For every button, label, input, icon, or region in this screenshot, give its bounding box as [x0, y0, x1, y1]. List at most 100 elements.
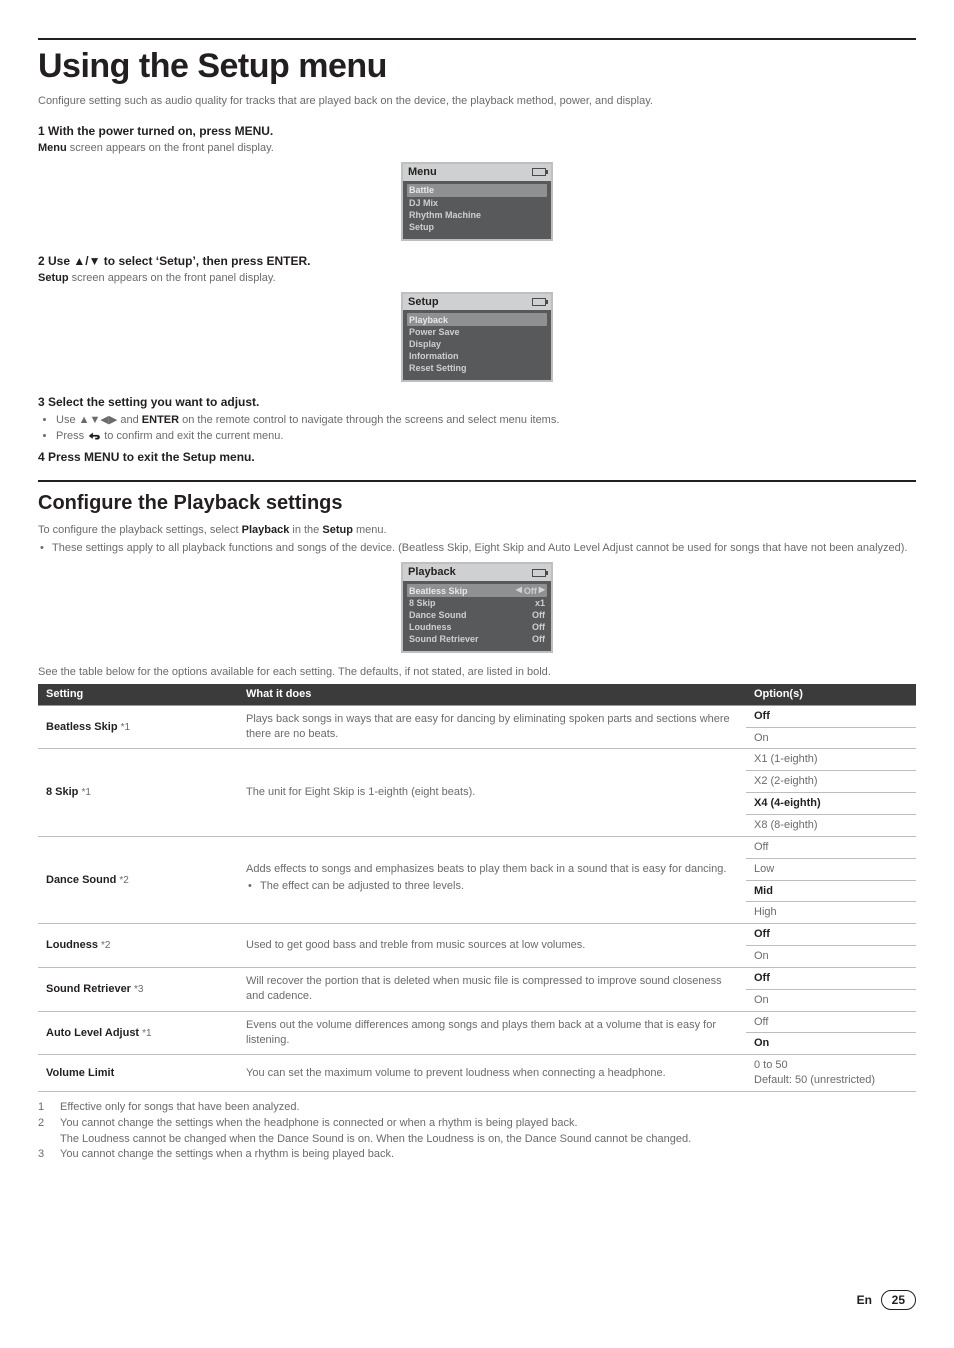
lcd-setup-item-reset: Reset Setting	[403, 362, 551, 374]
lcd-setup-item-powersave: Power Save	[403, 326, 551, 338]
footnote-row: The Loudness cannot be changed when the …	[38, 1132, 916, 1147]
lcd-row-name: Loudness	[409, 621, 452, 633]
enter-label: ENTER	[142, 414, 179, 426]
lcd-row-value-wrap: ◀Off▶	[516, 585, 545, 597]
setting-option-cell: 0 to 50 Default: 50 (unrestricted)	[746, 1055, 916, 1092]
section-playback-lead: To configure the playback settings, sele…	[38, 523, 916, 538]
table-row: Beatless Skip *1Plays back songs in ways…	[38, 705, 916, 727]
step-4-head: 4 Press MENU to exit the Setup menu.	[38, 449, 916, 465]
text: To configure the playback settings, sele…	[38, 524, 242, 536]
page-footer: En 25	[38, 1282, 916, 1308]
setting-option-cell: Off	[746, 924, 916, 946]
lcd-setup-title-bar: Setup	[403, 294, 551, 311]
lcd-playback-screen: Playback Beatless Skip◀Off▶8 Skipx1Dance…	[401, 562, 553, 653]
lcd-playback-row: Sound RetrieverOff	[403, 633, 551, 645]
setting-name-cell: Loudness *2	[38, 924, 238, 968]
lcd-menu-item-battle: Battle	[407, 184, 547, 197]
footnotes: 1Effective only for songs that have been…	[38, 1100, 916, 1162]
setting-name-cell: Beatless Skip *1	[38, 705, 238, 749]
arrow-keys-icon: ▲▼◀▶	[79, 414, 118, 426]
text: menu.	[353, 524, 387, 536]
setting-option-cell: Off	[746, 967, 916, 989]
playback-word: Playback	[242, 524, 290, 536]
lcd-menu-item-djmix: DJ Mix	[403, 197, 551, 209]
table-caption: See the table below for the options avai…	[38, 665, 916, 680]
lcd-menu-item-label: Setup	[409, 221, 434, 233]
section-playback-note-1: These settings apply to all playback fun…	[38, 541, 916, 556]
section-playback-notes: These settings apply to all playback fun…	[38, 541, 916, 556]
step-1-head: 1 With the power turned on, press MENU.	[38, 123, 916, 139]
footnote-num: 1	[38, 1100, 50, 1115]
lcd-setup-item-label: Power Save	[409, 326, 460, 338]
setup-word: Setup	[322, 524, 353, 536]
setting-option-cell: Off	[746, 705, 916, 727]
lcd-row-name: Beatless Skip	[409, 585, 468, 597]
setting-option-cell: X2 (2-eighth)	[746, 771, 916, 793]
desc-bullet: The effect can be adjusted to three leve…	[246, 879, 738, 894]
col-setting: Setting	[38, 684, 238, 705]
footnote-row: 2You cannot change the settings when the…	[38, 1116, 916, 1131]
setting-name-cell: Sound Retriever *3	[38, 967, 238, 1011]
footnote-row: 1Effective only for songs that have been…	[38, 1100, 916, 1115]
lcd-row-value: Off	[532, 609, 545, 621]
section-rule	[38, 480, 916, 482]
lcd-setup-item-label: Reset Setting	[409, 362, 467, 374]
step-3-head: 3 Select the setting you want to adjust.	[38, 394, 916, 410]
footer-page-number: 25	[881, 1290, 916, 1310]
lcd-setup-body: Playback Power Save Display Information …	[403, 310, 551, 380]
setting-option-cell: On	[746, 989, 916, 1011]
step-2-head: 2 Use ▲/▼ to select ‘Setup’, then press …	[38, 253, 916, 269]
lcd-setup-item-label: Display	[409, 338, 441, 350]
top-rule	[38, 38, 916, 40]
text: in the	[289, 524, 322, 536]
step-2-sub-rest: screen appears on the front panel displa…	[69, 272, 276, 284]
lcd-row-name: 8 Skip	[409, 597, 436, 609]
footnote-text: You cannot change the settings when the …	[60, 1116, 578, 1131]
footnote-row: 3You cannot change the settings when a r…	[38, 1147, 916, 1162]
table-row: Loudness *2Used to get good bass and tre…	[38, 924, 916, 946]
lcd-menu-screen: Menu Battle DJ Mix Rhythm Machine Setup	[401, 162, 553, 241]
setting-desc-cell: Used to get good bass and treble from mu…	[238, 924, 746, 968]
lcd-setup-item-display: Display	[403, 338, 551, 350]
lcd-menu-title: Menu	[408, 165, 437, 180]
battery-icon	[532, 298, 546, 306]
lcd-setup-item-label: Playback	[409, 314, 448, 326]
settings-table-body: Beatless Skip *1Plays back songs in ways…	[38, 705, 916, 1091]
setting-option-cell: On	[746, 946, 916, 968]
table-row: Sound Retriever *3Will recover the porti…	[38, 967, 916, 989]
setting-name-cell: Volume Limit	[38, 1055, 238, 1092]
lcd-playback-title: Playback	[408, 565, 456, 580]
step-2-sub: Setup screen appears on the front panel …	[38, 271, 916, 286]
lcd-playback-row: LoudnessOff	[403, 621, 551, 633]
lcd-playback-body: Beatless Skip◀Off▶8 Skipx1Dance SoundOff…	[403, 581, 551, 651]
footnote-num	[38, 1132, 50, 1147]
lcd-setup-item-playback: Playback	[407, 313, 547, 326]
setting-option-cell: X4 (4-eighth)	[746, 793, 916, 815]
section-playback-title: Configure the Playback settings	[38, 490, 916, 517]
setting-desc-cell: The unit for Eight Skip is 1-eighth (eig…	[238, 749, 746, 836]
col-what: What it does	[238, 684, 746, 705]
lcd-playback-title-bar: Playback	[403, 564, 551, 581]
return-icon	[87, 430, 101, 442]
lcd-menu-item-label: Battle	[409, 184, 434, 196]
setting-option-cell: Low	[746, 858, 916, 880]
lcd-menu-item-label: DJ Mix	[409, 197, 438, 209]
lcd-row-value: Off	[532, 633, 545, 645]
setting-option-cell: X8 (8-eighth)	[746, 814, 916, 836]
setting-option-cell: Off	[746, 836, 916, 858]
setting-name-cell: Auto Level Adjust *1	[38, 1011, 238, 1055]
col-options: Option(s)	[746, 684, 916, 705]
table-row: Dance Sound *2Adds effects to songs and …	[38, 836, 916, 858]
chevron-right-icon: ▶	[539, 585, 545, 596]
table-row: Volume LimitYou can set the maximum volu…	[38, 1055, 916, 1092]
lcd-row-value: x1	[535, 597, 545, 609]
lcd-playback-row: 8 Skip x1	[403, 597, 551, 609]
page-intro: Configure setting such as audio quality …	[38, 94, 916, 109]
footnote-text: The Loudness cannot be changed when the …	[60, 1132, 691, 1147]
lcd-row-value: Off	[524, 585, 537, 597]
text: to confirm and exit the current menu.	[104, 430, 283, 442]
step-1-sub-rest: screen appears on the front panel displa…	[67, 142, 274, 154]
settings-table-head: Setting What it does Option(s)	[38, 684, 916, 705]
setting-name-cell: Dance Sound *2	[38, 836, 238, 923]
lcd-setup-screen: Setup Playback Power Save Display Inform…	[401, 292, 553, 383]
